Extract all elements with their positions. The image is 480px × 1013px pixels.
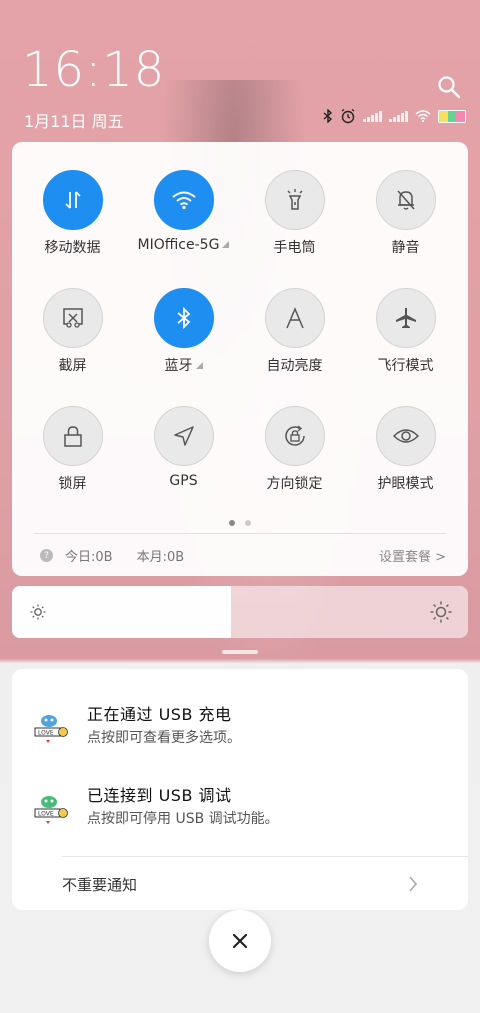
flashlight-icon <box>287 189 302 210</box>
notification-card: LOVE 正在通过 USB 充电 点按即可查看更多选项。 LOVE 已连接到 U… <box>12 669 468 910</box>
tile-bluetooth[interactable]: 蓝牙 <box>128 288 239 375</box>
bluetooth-status-icon <box>323 109 333 123</box>
brightness-high-icon <box>430 601 452 623</box>
mobile-data-icon <box>64 191 81 209</box>
page-dot[interactable] <box>245 520 251 526</box>
tile-label: 截屏 <box>58 358 87 374</box>
expand-triangle-icon[interactable] <box>222 241 230 248</box>
rotation-lock-icon <box>284 425 305 446</box>
tile-label: 移动数据 <box>44 240 101 256</box>
wifi-icon <box>171 191 196 210</box>
tile-auto-brightness[interactable]: 自动亮度 <box>239 288 350 375</box>
usage-month: 本月:0B <box>136 550 185 565</box>
mute-bell-icon <box>396 190 415 210</box>
notification-title: 已连接到 USB 调试 <box>87 786 232 805</box>
tile-label: 飞行模式 <box>377 358 434 374</box>
airplane-icon <box>395 308 416 328</box>
tile-rotation-lock[interactable]: 方向锁定 <box>239 406 350 493</box>
tile-circle[interactable] <box>42 406 103 466</box>
auto-brightness-icon <box>285 307 304 329</box>
tile-circle[interactable] <box>42 288 103 348</box>
brightness-low-icon <box>30 604 46 620</box>
tile-label: 方向锁定 <box>266 476 323 492</box>
eye-icon <box>392 429 419 443</box>
tile-screenshot[interactable]: 截屏 <box>17 288 128 375</box>
tile-circle[interactable] <box>153 406 214 466</box>
page-indicator <box>12 520 468 526</box>
usage-today: 今日:0B <box>65 550 113 565</box>
unimportant-notifications-label[interactable]: 不重要通知 <box>62 874 137 895</box>
battery-icon <box>438 109 466 123</box>
quick-settings-panel: 移动数据 MIOffice-5G 手电筒 静音 截屏 蓝牙 自动亮度 飞行模式 … <box>12 142 468 576</box>
status-icons <box>323 108 466 124</box>
tile-circle[interactable] <box>264 288 325 348</box>
tile-wifi[interactable]: MIOffice-5G <box>128 170 239 253</box>
tile-airplane[interactable]: 飞行模式 <box>350 288 461 375</box>
chevron-right-icon[interactable] <box>408 875 418 893</box>
usb-debug-app-icon: LOVE <box>34 796 68 824</box>
tile-lock-screen[interactable]: 锁屏 <box>17 406 128 493</box>
tile-circle[interactable] <box>153 170 214 230</box>
tile-label: 手电筒 <box>273 240 316 256</box>
tile-label: 自动亮度 <box>266 358 323 374</box>
help-icon[interactable]: ? <box>40 549 53 562</box>
expand-triangle-icon[interactable] <box>195 362 203 369</box>
notification-usb-charging[interactable]: LOVE 正在通过 USB 充电 点按即可查看更多选项。 <box>12 701 468 771</box>
notification-divider <box>62 856 468 857</box>
svg-text:LOVE: LOVE <box>38 730 54 737</box>
tile-circle[interactable] <box>264 170 325 230</box>
lock-icon <box>63 426 82 447</box>
notification-usb-debugging[interactable]: LOVE 已连接到 USB 调试 点按即可停用 USB 调试功能。 <box>12 782 468 852</box>
tile-circle[interactable] <box>375 288 436 348</box>
status-clock: 16:18 <box>22 42 166 98</box>
tile-label: GPS <box>169 473 198 489</box>
drag-handle[interactable] <box>222 650 258 654</box>
tile-circle[interactable] <box>264 406 325 466</box>
tile-circle[interactable] <box>375 170 436 230</box>
wifi-network-name: MIOffice-5G <box>137 237 220 253</box>
tile-label: 护眼模式 <box>377 476 434 492</box>
clear-notifications-button[interactable] <box>209 910 271 972</box>
search-icon[interactable] <box>436 74 462 100</box>
tile-circle[interactable] <box>153 288 214 348</box>
gps-icon <box>173 426 194 446</box>
tile-label: 静音 <box>391 240 420 256</box>
alarm-status-icon <box>341 108 355 124</box>
notification-title: 正在通过 USB 充电 <box>87 705 232 724</box>
notification-subtitle: 点按即可查看更多选项。 <box>87 730 241 746</box>
screenshot-icon <box>62 308 83 328</box>
data-plan-settings-link[interactable]: 设置套餐 > <box>379 546 446 565</box>
brightness-slider[interactable] <box>12 586 468 638</box>
data-usage: ? 今日:0B 本月:0B <box>40 546 184 565</box>
signal-sim2-icon <box>389 110 408 122</box>
tile-circle[interactable] <box>42 170 103 230</box>
tile-label: 锁屏 <box>58 476 87 492</box>
tile-mobile-data[interactable]: 移动数据 <box>17 170 128 257</box>
signal-sim1-icon <box>363 110 382 122</box>
usb-charge-app-icon: LOVE <box>34 715 68 743</box>
bluetooth-icon <box>176 307 190 329</box>
tile-label: MIOffice-5G <box>128 237 239 253</box>
panel-divider <box>34 533 446 534</box>
notification-subtitle: 点按即可停用 USB 调试功能。 <box>87 811 279 827</box>
page-dot-active[interactable] <box>229 520 235 526</box>
tile-gps[interactable]: GPS <box>128 406 239 489</box>
tile-eye-comfort[interactable]: 护眼模式 <box>350 406 461 493</box>
tile-flashlight[interactable]: 手电筒 <box>239 170 350 257</box>
status-date: 1月11日 周五 <box>24 112 124 131</box>
tile-mute[interactable]: 静音 <box>350 170 461 257</box>
svg-text:LOVE: LOVE <box>38 811 54 818</box>
tile-label: 蓝牙 <box>128 355 239 375</box>
close-icon <box>232 933 248 949</box>
wifi-status-icon <box>415 110 431 122</box>
bluetooth-label: 蓝牙 <box>164 358 193 374</box>
tile-circle[interactable] <box>375 406 436 466</box>
